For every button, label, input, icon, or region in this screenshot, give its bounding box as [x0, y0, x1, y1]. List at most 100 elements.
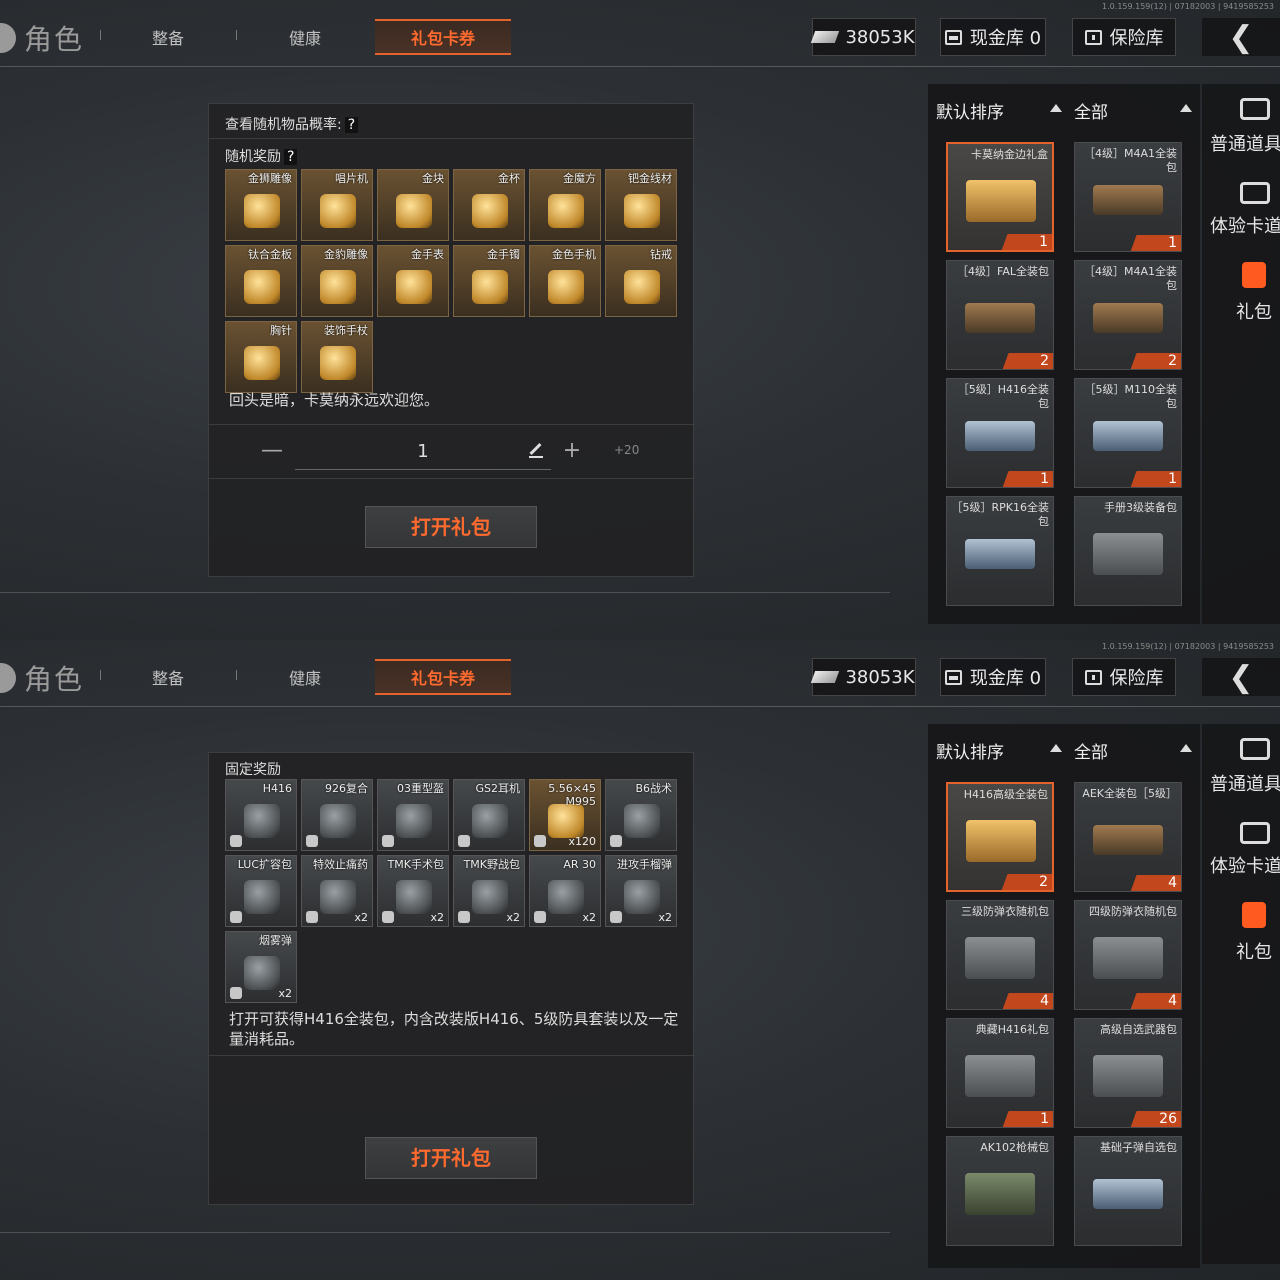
gift-card[interactable]: ［4级］M4A1全装包 1 [1074, 142, 1182, 252]
gift-card[interactable]: ［4级］M4A1全装包 2 [1074, 260, 1182, 370]
reward-item[interactable]: 烟雾弹 x2 [225, 931, 297, 1003]
reward-item[interactable]: TMK野战包 x2 [453, 855, 525, 927]
reward-item[interactable]: 装饰手杖 [301, 321, 373, 393]
gift-card[interactable]: AEK全装包［5级］ 4 [1074, 782, 1182, 892]
reward-item[interactable]: 金色手机 [529, 245, 601, 317]
gift-card[interactable]: ［5级］H416全装包 1 [946, 378, 1054, 488]
gift-card[interactable]: AK102枪械包 [946, 1136, 1054, 1246]
gift-card[interactable]: 手册3级装备包 [1074, 496, 1182, 606]
cash-vault-button[interactable]: 现金库 0 [940, 658, 1046, 696]
nav-label: 体验卡道 [1210, 856, 1280, 877]
quantity-input[interactable]: 1 [295, 434, 551, 470]
help-icon[interactable]: ? [344, 117, 359, 133]
reward-item-name: 金杯 [498, 172, 520, 185]
reward-item[interactable]: LUC扩容包 [225, 855, 297, 927]
gift-card[interactable]: ［4级］FAL全装包 2 [946, 260, 1054, 370]
gold-cup-icon [472, 194, 508, 228]
reward-item[interactable]: 金手镯 [453, 245, 525, 317]
tab-equip[interactable]: 整备 [100, 19, 236, 55]
gift-card[interactable]: 高级自选武器包 26 [1074, 1018, 1182, 1128]
backpack-icon [244, 880, 280, 914]
nav-trial-cards[interactable]: 体验卡道 [1202, 176, 1280, 256]
decrease-button[interactable]: — [259, 434, 285, 470]
reward-item[interactable]: 03重型盔 [377, 779, 449, 851]
reward-item[interactable]: 钛合金板 [225, 245, 297, 317]
open-gift-button[interactable]: 打开礼包 [365, 1137, 537, 1179]
sort-dropdown[interactable]: 默认排序 [936, 724, 1062, 776]
cash-vault-button[interactable]: 现金库 0 [940, 18, 1046, 56]
nav-gift[interactable]: 礼包 [1202, 256, 1280, 336]
tab-equip[interactable]: 整备 [100, 659, 236, 695]
reward-item[interactable]: 特效止痛药 x2 [301, 855, 373, 927]
nav-normal-items[interactable]: 普通道具 [1202, 90, 1280, 170]
gift-card[interactable]: 基础子弹自选包 [1074, 1136, 1182, 1246]
reward-item-name: 金狮雕像 [248, 172, 292, 185]
tab-gift-coupons[interactable]: 礼包卡券 [375, 659, 511, 695]
tab-health[interactable]: 健康 [237, 659, 373, 695]
reward-item[interactable]: H416 [225, 779, 297, 851]
gift-card-count: 26 [1115, 1111, 1181, 1127]
money-icon [811, 31, 840, 43]
bind-badge-icon [306, 911, 318, 923]
gift-card[interactable]: H416高级全装包 2 [946, 782, 1054, 892]
gift-icon [1242, 262, 1266, 288]
tab-gift-coupons[interactable]: 礼包卡券 [375, 19, 511, 55]
probability-header[interactable]: 查看随机物品概率:? [225, 114, 359, 134]
nav-gift[interactable]: 礼包 [1202, 896, 1280, 976]
gift-card[interactable]: 四级防弹衣随机包 4 [1074, 900, 1182, 1010]
edit-icon[interactable] [529, 444, 543, 458]
reward-item-name: LUC扩容包 [237, 858, 292, 871]
gift-card[interactable]: ［5级］M110全装包 1 [1074, 378, 1182, 488]
filter-dropdown[interactable]: 全部 [1074, 724, 1200, 776]
gift-card-name: AK102枪械包 [980, 1141, 1049, 1154]
gift-card[interactable]: ［5级］RPK16全装包 [946, 496, 1054, 606]
back-button[interactable]: ❮ [1202, 18, 1280, 56]
role-icon [0, 663, 16, 693]
reward-item-name: 进攻手榴弹 [617, 858, 672, 871]
reward-item[interactable]: 金块 [377, 169, 449, 241]
gift-card[interactable]: 卡莫纳金边礼盒 1 [946, 142, 1054, 252]
reward-item[interactable]: 金狮雕像 [225, 169, 297, 241]
reward-item[interactable]: TMK手术包 x2 [377, 855, 449, 927]
nav-normal-items[interactable]: 普通道具 [1202, 730, 1280, 810]
reward-item[interactable]: 唱片机 [301, 169, 373, 241]
role-label: 角色 [24, 23, 85, 56]
ammo-icon [548, 804, 584, 838]
reward-item[interactable]: AR 30 x2 [529, 855, 601, 927]
reward-item[interactable]: 钯金线材 [605, 169, 677, 241]
vault-button[interactable]: 保险库 [1072, 18, 1176, 56]
sort-dropdown[interactable]: 默认排序 [936, 84, 1062, 136]
reward-item[interactable]: 胸针 [225, 321, 297, 393]
vault-button[interactable]: 保险库 [1072, 658, 1176, 696]
nav-trial-cards[interactable]: 体验卡道 [1202, 816, 1280, 896]
gift-card-count: 1 [1115, 471, 1181, 487]
reward-item[interactable]: 926复合 [301, 779, 373, 851]
reward-item-name: 金魔方 [563, 172, 596, 185]
tab-health[interactable]: 健康 [237, 19, 373, 55]
gift-card[interactable]: 典藏H416礼包 1 [946, 1018, 1054, 1128]
reward-item[interactable]: 金魔方 [529, 169, 601, 241]
role-menu[interactable]: 角色 [0, 658, 84, 698]
fixed-reward-title: 固定奖励 [225, 762, 281, 778]
reward-item-name: 钯金线材 [628, 172, 672, 185]
reward-item-name: 胸针 [270, 324, 292, 337]
add-max-button[interactable]: +20 [614, 443, 639, 457]
bind-badge-icon [230, 987, 242, 999]
back-button[interactable]: ❮ [1202, 658, 1280, 696]
increase-button[interactable]: + [559, 434, 585, 470]
reward-item[interactable]: 钻戒 [605, 245, 677, 317]
reward-item[interactable]: 5.56×45 M995 x120 [529, 779, 601, 851]
gift-card[interactable]: 三级防弹衣随机包 4 [946, 900, 1054, 1010]
reward-item[interactable]: B6战术 [605, 779, 677, 851]
role-menu[interactable]: 角色 [0, 18, 84, 58]
reward-item[interactable]: GS2耳机 [453, 779, 525, 851]
reward-item[interactable]: 金杯 [453, 169, 525, 241]
open-gift-button[interactable]: 打开礼包 [365, 506, 537, 548]
reward-item[interactable]: 金豹雕像 [301, 245, 373, 317]
divider [209, 1055, 695, 1056]
bind-badge-icon [458, 911, 470, 923]
filter-dropdown[interactable]: 全部 [1074, 84, 1200, 136]
help-icon[interactable]: ? [284, 149, 298, 165]
reward-item[interactable]: 进攻手榴弹 x2 [605, 855, 677, 927]
reward-item[interactable]: 金手表 [377, 245, 449, 317]
